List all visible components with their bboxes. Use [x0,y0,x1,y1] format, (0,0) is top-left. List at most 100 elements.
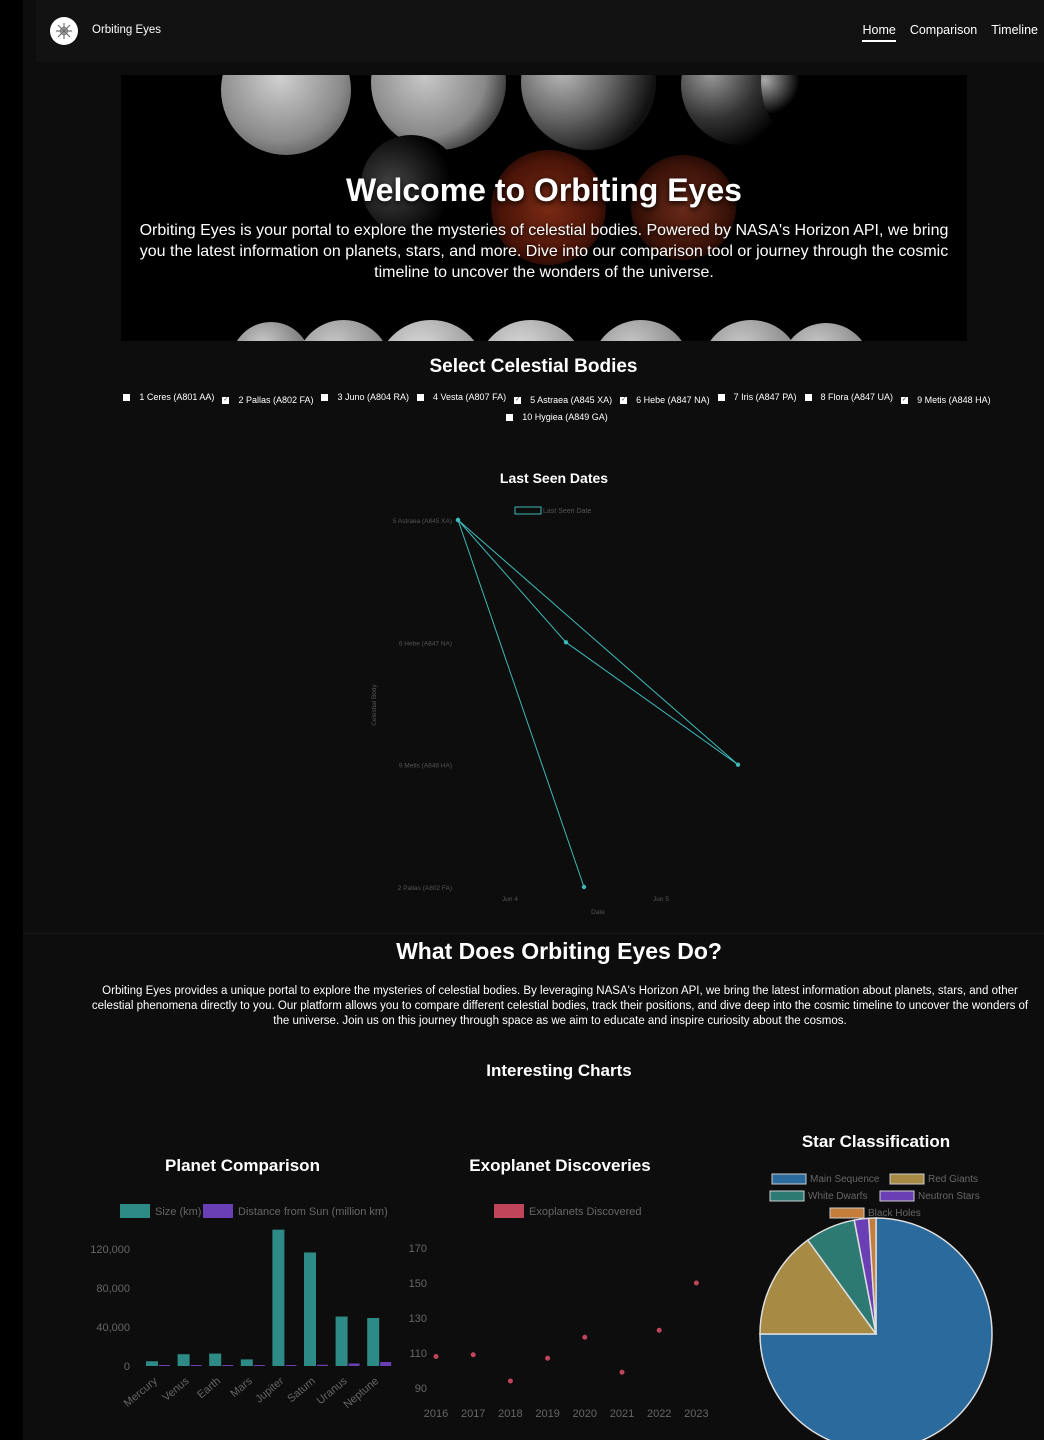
nav-link-home[interactable]: Home [862,23,896,42]
y-tick-label: 9 Metis (A848 HA) [399,763,452,770]
brand-name[interactable]: Orbiting Eyes [92,24,161,36]
data-point [582,1334,588,1340]
body-checkbox[interactable]: ✓ 2 Pallas (A802 FA) [222,392,313,409]
body-checkbox[interactable]: 3 Juno (A804 RA) [321,389,409,406]
about-title: What Does Orbiting Eyes Do? [396,938,722,964]
body-checkbox[interactable]: 8 Flora (A847 UA) [804,389,894,406]
legend-swatch [889,1173,925,1185]
data-point [507,1378,513,1384]
bar-size [304,1252,316,1366]
x-tick-label: Earth [195,1375,223,1401]
star-classification-chart: Main Sequence Red Giants White Dwarfs Neutr… [759,1173,993,1440]
moon-image [701,320,801,341]
checkbox-checked[interactable]: ✓ [620,397,628,404]
body-checkbox[interactable]: 7 Iris (A847 PA) [717,389,797,406]
nav-link-timeline[interactable]: Timeline [991,23,1038,42]
bar-size [272,1229,285,1366]
nav-links: Home Comparison Timeline [862,23,1038,42]
legend-swatch [120,1204,150,1218]
charts-section-title: Interesting Charts [486,1061,632,1080]
last-seen-chart-title: Last Seen Dates [499,470,609,486]
y-axis-label: Celestial Body [371,683,378,725]
legend-label: Size (km) [155,1206,201,1218]
legend-swatch [514,506,542,515]
body-checkbox[interactable]: 1 Ceres (A801 AA) [123,389,214,406]
body-checkbox[interactable]: 10 Hygiea (A849 GA) [506,409,608,426]
x-axis-label: Date [591,909,605,916]
body-checkbox-label: 4 Vesta (A807 FA) [433,392,507,402]
legend-label: Distance from Sun (million km) [238,1206,388,1218]
y-tick-label: 130 [409,1313,427,1325]
data-point [581,884,587,890]
checkbox-checked[interactable]: ✓ [901,397,909,404]
checkbox-unchecked[interactable] [717,394,725,401]
x-tick-label: Neptune [342,1375,382,1411]
last-seen-chart: Last Seen Date 5 Astraea (A845 XA) 6 Hebe … [371,506,741,916]
legend-label: Exoplanets Discovered [529,1206,642,1218]
x-tick-label: 2022 [647,1408,671,1420]
bar-distance [253,1365,265,1366]
legend-swatch [494,1204,524,1218]
moon-image [521,75,656,150]
y-tick-label: 2 Pallas (A802 FA) [398,885,452,892]
legend-label: Last Seen Date [543,508,591,515]
data-point [545,1355,551,1361]
hero-description: Orbiting Eyes is your portal to explore … [139,222,949,281]
checkbox-checked[interactable]: ✓ [514,397,522,404]
legend-swatch [879,1190,915,1202]
moon-image [231,322,311,341]
body-checkbox[interactable]: 4 Vesta (A807 FA) [417,389,506,406]
checkbox-unchecked[interactable] [506,414,514,421]
data-point [455,517,461,523]
legend-swatch [203,1204,233,1218]
checkbox-unchecked[interactable] [804,394,812,401]
bar-size [209,1353,222,1366]
body-checkbox[interactable]: ✓ 9 Metis (A848 HA) [901,392,991,409]
y-tick-label: 150 [409,1278,427,1290]
select-bodies-title: Select Celestial Bodies [429,356,638,377]
section-divider [23,933,1044,934]
planet-comparison-chart: Size (km) Distance from Sun (million km) 0… [90,1204,392,1411]
body-checkbox[interactable]: ✓ 5 Astraea (A845 XA) [514,392,612,409]
x-tick-label: Mercury [122,1375,161,1410]
checkbox-checked[interactable]: ✓ [222,397,230,404]
body-checkbox[interactable]: ✓ 6 Hebe (A847 NA) [620,392,710,409]
checkbox-unchecked[interactable] [123,394,131,401]
x-tick-label: Mars [228,1375,255,1400]
bar-distance [222,1365,234,1366]
nav-link-comparison[interactable]: Comparison [910,23,977,42]
navbar: Orbiting Eyes Home Comparison Timeline [36,0,1044,62]
body-checkbox-label: 6 Hebe (A847 NA) [636,395,710,405]
checkbox-unchecked[interactable] [321,394,329,401]
x-tick-label: 2019 [535,1408,559,1420]
x-tick-label: 2018 [498,1408,522,1420]
logo-icon[interactable] [50,17,78,45]
y-tick-label: 110 [409,1348,427,1360]
data-point [563,640,569,645]
x-tick-label: Jupiter [253,1375,286,1406]
y-tick-label: 6 Hebe (A847 NA) [399,640,452,647]
moon-image [591,320,691,341]
bar-distance [317,1364,328,1366]
data-point [693,1280,699,1286]
x-tick-label: Jun 5 [653,896,669,903]
legend-label: Red Giants [928,1174,978,1185]
data-point [619,1369,625,1375]
checkbox-unchecked[interactable] [417,394,425,401]
y-tick-label: 90 [415,1383,427,1395]
about-description: Orbiting Eyes provides a unique portal t… [91,985,1029,1027]
x-tick-label: Jun 4 [502,896,518,903]
x-tick-label: 2023 [684,1408,708,1420]
body-checkbox-label: 2 Pallas (A802 FA) [238,395,314,405]
bar-distance [285,1365,297,1366]
legend-swatch [829,1207,865,1219]
legend-swatch [769,1190,805,1202]
series-line [456,518,739,888]
bar-size [335,1316,348,1366]
body-checkbox-label: 5 Astraea (A845 XA) [530,395,613,405]
body-checkbox-label: 1 Ceres (A801 AA) [139,392,215,402]
moon-image [221,75,351,155]
body-checkbox-label: 8 Flora (A847 UA) [820,392,894,402]
exoplanet-discoveries-chart: Exoplanets Discovered 90 110 130 150 170 2016 2… [409,1204,709,1420]
y-tick-label: 120,000 [90,1244,130,1256]
